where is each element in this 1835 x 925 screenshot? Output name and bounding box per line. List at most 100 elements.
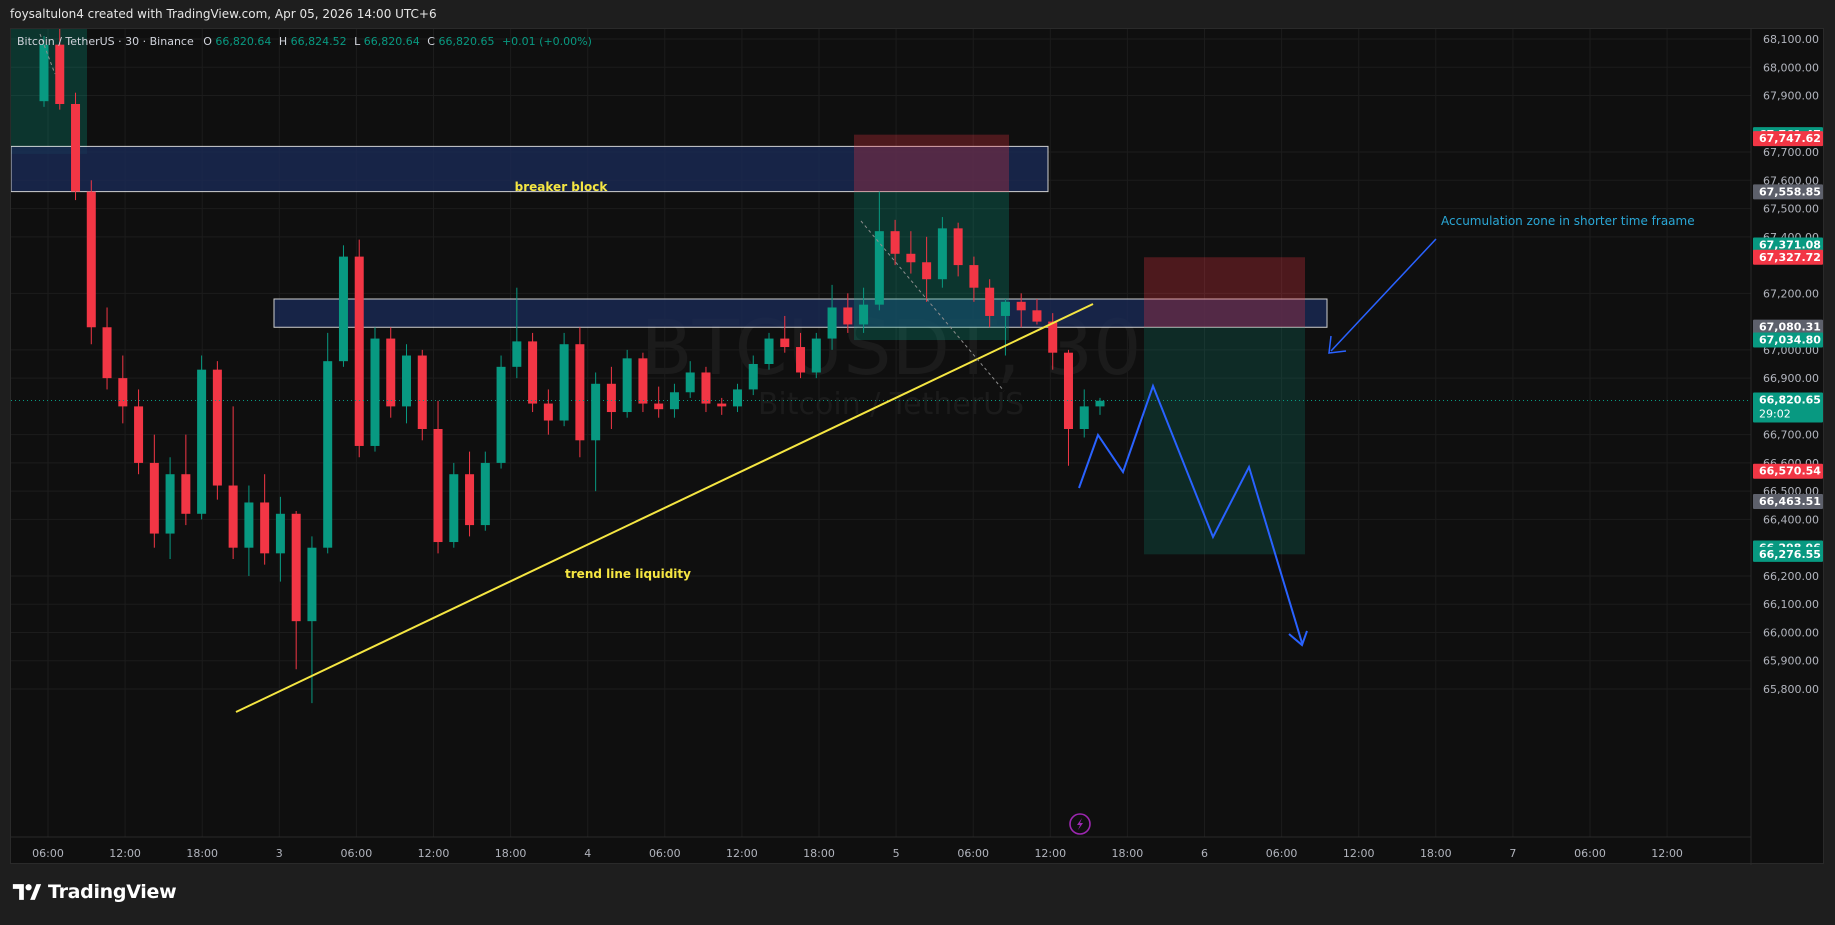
legend-l-value: 66,820.64 — [364, 35, 420, 48]
y-tick-label: 66,100.00 — [1763, 598, 1819, 611]
candle-body — [780, 338, 790, 348]
candle-body — [480, 462, 490, 526]
x-tick-label: 12:00 — [1651, 847, 1683, 860]
y-tick-label: 67,500.00 — [1763, 203, 1819, 216]
price-label-text: 67,327.72 — [1759, 251, 1821, 264]
legend-l-label: L — [354, 35, 361, 48]
candle-body — [937, 228, 947, 280]
candle-body — [922, 262, 932, 280]
attribution-text: foysaltulon4 created with TradingView.co… — [10, 7, 437, 21]
candle-body — [386, 338, 396, 407]
candle-body — [985, 287, 995, 316]
candle-body — [323, 361, 333, 548]
price-label-text: 67,080.31 — [1759, 321, 1821, 334]
lightning-icon[interactable] — [1069, 813, 1091, 835]
zones — [11, 29, 1328, 555]
x-tick-label: 7 — [1509, 847, 1516, 860]
x-tick-label: 06:00 — [32, 847, 64, 860]
time-axis[interactable]: 06:00 12:00 18:00 3 06:00 12:00 18:00 4 06:00 12:… — [11, 836, 1751, 860]
tradingview-logo-icon — [12, 884, 42, 900]
footer: TradingView — [0, 866, 1835, 925]
candle-body — [260, 502, 270, 554]
x-tick-label: 18:00 — [803, 847, 835, 860]
tradingview-brand[interactable]: TradingView — [12, 881, 177, 903]
y-tick-label: 66,900.00 — [1763, 372, 1819, 385]
x-tick-label: 12:00 — [1034, 847, 1066, 860]
candle-body — [134, 406, 144, 463]
accumulation-label: Accumulation zone in shorter time fraame — [1441, 214, 1695, 228]
y-tick-label: 66,400.00 — [1763, 513, 1819, 526]
y-tick-label: 67,700.00 — [1763, 146, 1819, 159]
candle-body — [449, 474, 459, 543]
y-tick-label: 66,700.00 — [1763, 429, 1819, 442]
price-label-text: 66,276.55 — [1759, 548, 1821, 561]
candle-body — [622, 358, 632, 413]
candle-body — [1032, 310, 1042, 322]
x-tick-label: 18:00 — [1420, 847, 1452, 860]
x-tick-label: 18:00 — [1112, 847, 1144, 860]
candle-body — [874, 231, 884, 305]
legend-c-value: 66,820.65 — [438, 35, 494, 48]
x-tick-label: 18:00 — [186, 847, 218, 860]
breaker-block-label: breaker block — [515, 180, 609, 194]
candle-body — [843, 307, 853, 325]
price-label-text: 66,463.51 — [1759, 495, 1821, 508]
candle-body — [1095, 400, 1105, 407]
candle-body — [717, 403, 727, 407]
y-tick-label: 65,900.00 — [1763, 655, 1819, 668]
candle-body — [354, 256, 364, 446]
candle-body — [417, 355, 427, 429]
candle-body — [638, 358, 648, 404]
y-tick-label: 68,000.00 — [1763, 61, 1819, 74]
x-tick-label: 12:00 — [726, 847, 758, 860]
y-tick-label: 66,000.00 — [1763, 626, 1819, 639]
candle-body — [275, 513, 285, 554]
x-tick-label: 06:00 — [957, 847, 989, 860]
legend-c-label: C — [427, 35, 435, 48]
candle-body — [55, 44, 65, 104]
candle-body — [732, 389, 742, 407]
candle-body — [212, 369, 222, 486]
price-axis[interactable]: 68,100.0068,000.0067,900.0067,700.0067,6… — [1750, 29, 1819, 865]
candle-body — [890, 231, 900, 254]
candle-body — [402, 355, 412, 407]
price-chart[interactable]: BTCUSDT, 30 Bitcoin / TetherUS breaker b… — [11, 29, 1825, 865]
candle-body — [102, 327, 112, 379]
legend-symbol: Bitcoin / TetherUS · 30 · Binance — [17, 35, 194, 48]
x-tick-label: 3 — [276, 847, 283, 860]
trendline-liquidity-label: trend line liquidity — [565, 567, 691, 581]
legend-h-value: 66,824.52 — [291, 35, 347, 48]
candle-body — [165, 474, 175, 534]
candle-body — [307, 547, 317, 622]
candle-body — [465, 474, 475, 526]
candle-body — [338, 256, 348, 362]
candle-body — [953, 228, 963, 266]
candle-body — [291, 513, 301, 622]
candle-body — [559, 344, 569, 421]
candle-body — [575, 344, 585, 441]
chart-frame[interactable]: BTCUSDT, 30 Bitcoin / TetherUS breaker b… — [10, 28, 1825, 865]
legend-o-value: 66,820.64 — [215, 35, 271, 48]
legend-change: +0.01 (+0.00%) — [502, 35, 592, 48]
candle-body — [906, 253, 916, 263]
candle-body — [496, 366, 506, 463]
candle-body — [1048, 321, 1058, 353]
candle-body — [149, 462, 159, 534]
candle-body — [1016, 301, 1026, 311]
candle-body — [591, 383, 601, 441]
candle-body — [1000, 301, 1010, 316]
x-tick-label: 5 — [893, 847, 900, 860]
projected-risk-box — [1144, 257, 1305, 328]
x-tick-label: 6 — [1201, 847, 1208, 860]
ohlc-legend: Bitcoin / TetherUS · 30 · Binance O 66,8… — [17, 35, 592, 48]
x-tick-label: 12:00 — [1343, 847, 1375, 860]
y-tick-label: 68,100.00 — [1763, 33, 1819, 46]
y-tick-label: 66,200.00 — [1763, 570, 1819, 583]
candle-body — [1079, 406, 1089, 429]
y-tick-label: 67,200.00 — [1763, 287, 1819, 300]
candle-body — [654, 403, 664, 410]
price-label-text: 67,034.80 — [1759, 334, 1821, 347]
x-tick-label: 06:00 — [1574, 847, 1606, 860]
candle-body — [811, 338, 821, 373]
candle-body — [827, 307, 837, 339]
